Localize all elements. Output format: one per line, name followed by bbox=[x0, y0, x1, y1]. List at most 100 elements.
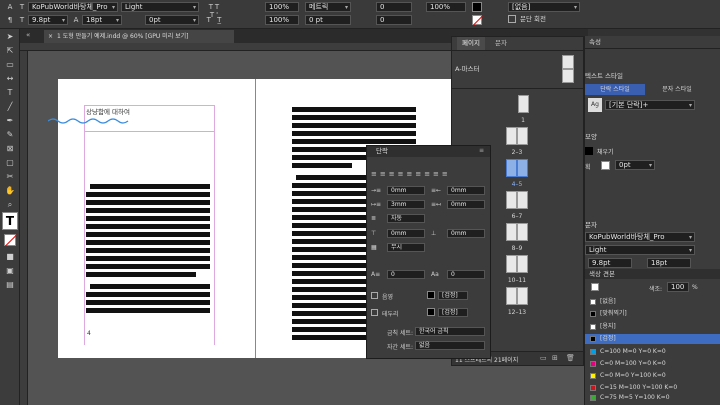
formatting-text-icon[interactable]: T bbox=[2, 212, 18, 230]
shading-swatch-field[interactable]: [검정] bbox=[438, 291, 468, 300]
paragraph-mode-icon[interactable]: ¶ bbox=[3, 16, 17, 24]
paragraph-style-select[interactable]: [기본 단락]+ bbox=[605, 100, 695, 110]
master-thumb[interactable] bbox=[562, 69, 574, 83]
last-indent-field[interactable]: 0mm bbox=[447, 200, 485, 209]
auto-field[interactable]: 자동 bbox=[387, 214, 425, 223]
page-thumb-selected[interactable] bbox=[517, 159, 528, 177]
page-thumb[interactable] bbox=[517, 223, 528, 241]
kinsoku-select[interactable]: 한국어 금칙 bbox=[415, 327, 485, 336]
line-tool-icon[interactable]: ╱ bbox=[2, 101, 18, 113]
fill-chip[interactable] bbox=[585, 147, 593, 155]
page-thumb[interactable] bbox=[506, 191, 517, 209]
swatch-fill-stroke-icon[interactable] bbox=[591, 283, 599, 291]
space-before-field[interactable]: 0mm bbox=[387, 229, 425, 238]
page-thumb[interactable] bbox=[517, 287, 528, 305]
indent-left-field[interactable]: 0mm bbox=[387, 186, 425, 195]
alignment-buttons[interactable]: ≡≡≡≡≡≡≡≡≡ bbox=[371, 170, 487, 180]
tab-pages[interactable]: 페이지 bbox=[457, 37, 485, 50]
page-thumb[interactable] bbox=[517, 127, 528, 145]
direct-selection-icon[interactable]: ⇱ bbox=[2, 45, 18, 57]
font-family-select[interactable]: KoPubWorld바탕체_Pro bbox=[585, 232, 695, 242]
page-thumb[interactable] bbox=[506, 255, 517, 273]
text-mode-icon[interactable]: A bbox=[3, 3, 17, 11]
swatch-row[interactable]: [용지] bbox=[585, 322, 720, 332]
swatch-row[interactable]: C=15 M=100 Y=100 K=0 bbox=[585, 383, 720, 393]
close-tab-icon[interactable]: × bbox=[48, 33, 53, 40]
skew-field[interactable]: 0 bbox=[376, 2, 412, 12]
first-indent-field[interactable]: 3mm bbox=[387, 200, 425, 209]
page-thumb[interactable] bbox=[517, 191, 528, 209]
shading-color-chip[interactable] bbox=[427, 291, 435, 299]
drop-cap-chars-field[interactable]: 0 bbox=[447, 270, 485, 279]
border-swatch-field[interactable]: [검정] bbox=[438, 308, 468, 317]
rectangle-tool-icon[interactable]: ▢ bbox=[2, 157, 18, 169]
baseline-shift-field[interactable]: 0 pt bbox=[305, 15, 351, 25]
delete-page-icon[interactable]: 🗑 bbox=[566, 354, 575, 362]
apply-color-icon[interactable]: ■ bbox=[2, 251, 18, 263]
frame-tool-icon[interactable]: ⊠ bbox=[2, 143, 18, 155]
page-size-icon[interactable]: ▭ bbox=[540, 354, 547, 362]
page-thumb[interactable] bbox=[506, 127, 517, 145]
rotate-field[interactable]: 0 bbox=[376, 15, 412, 25]
subscript-buttons[interactable]: T T̲ bbox=[202, 16, 228, 24]
tab-character-styles[interactable]: 문자 스타일 bbox=[647, 84, 707, 95]
hand-tool-icon[interactable]: ✋ bbox=[2, 185, 18, 197]
font-style-field[interactable]: Light bbox=[121, 2, 199, 12]
paragraph-panel-title[interactable]: 단락 bbox=[367, 146, 490, 157]
leading-field[interactable]: 18pt bbox=[82, 15, 122, 25]
page-thumb[interactable] bbox=[518, 95, 529, 113]
font-family-field[interactable]: KoPubWorld바탕체_Pro bbox=[28, 2, 118, 12]
border-checkbox[interactable] bbox=[371, 309, 378, 316]
master-thumb[interactable] bbox=[562, 55, 574, 69]
swatch-row[interactable]: C=0 M=0 Y=100 K=0 bbox=[585, 371, 720, 381]
indent-right-field[interactable]: 0mm bbox=[447, 186, 485, 195]
tint-field[interactable]: 100 bbox=[667, 282, 689, 292]
page-thumb[interactable] bbox=[506, 287, 517, 305]
swatches-header[interactable]: 색상 견본 bbox=[585, 269, 720, 279]
mojikumi-select[interactable]: 없음 bbox=[415, 341, 485, 350]
heading-text[interactable]: 상냥함에 대하여 bbox=[86, 106, 130, 116]
page-thumb-selected[interactable] bbox=[506, 159, 517, 177]
normal-mode-icon[interactable]: ▣ bbox=[2, 265, 18, 277]
panel-collapse-icon[interactable]: « bbox=[26, 31, 30, 39]
pencil-tool-icon[interactable]: ✎ bbox=[2, 129, 18, 141]
font-size-select[interactable]: 9.8pt bbox=[588, 258, 632, 268]
leading-select[interactable]: 18pt bbox=[647, 258, 691, 268]
vertical-ruler[interactable] bbox=[20, 51, 28, 405]
fill-swatch[interactable] bbox=[472, 2, 482, 12]
font-size-field[interactable]: 9.8pt bbox=[28, 15, 68, 25]
tab-character[interactable]: 문자 bbox=[490, 37, 512, 50]
scissors-tool-icon[interactable]: ✂ bbox=[2, 171, 18, 183]
page-thumb[interactable] bbox=[517, 255, 528, 273]
tab-paragraph-styles[interactable]: 단락 스타일 bbox=[585, 84, 645, 95]
stroke-weight-field[interactable]: 0pt bbox=[615, 160, 655, 170]
border-color-chip[interactable] bbox=[427, 308, 435, 316]
swatch-row[interactable]: [없음] bbox=[585, 297, 720, 307]
font-style-select[interactable]: Light bbox=[585, 245, 695, 255]
page-thumb[interactable] bbox=[506, 223, 517, 241]
tracking-field[interactable]: 0pt bbox=[145, 15, 199, 25]
swatch-row[interactable]: C=75 M=5 Y=100 K=0 bbox=[585, 393, 720, 403]
panel-menu-icon[interactable]: ≡ bbox=[479, 147, 484, 154]
type-tool-icon[interactable]: T bbox=[2, 87, 18, 99]
vertical-scale-field[interactable]: 100% bbox=[265, 15, 299, 25]
tsume-field[interactable]: 100% bbox=[426, 2, 466, 12]
tab-properties[interactable]: 속성 bbox=[589, 36, 601, 48]
pen-tool-icon[interactable]: ✒ bbox=[2, 115, 18, 127]
zoom-tool-icon[interactable]: ⌕ bbox=[2, 199, 18, 211]
swatch-row[interactable]: [맞춰찍기] bbox=[585, 309, 720, 319]
stroke-chip[interactable] bbox=[601, 161, 610, 170]
kerning-field[interactable]: 메트릭 bbox=[305, 2, 351, 12]
swatch-row[interactable]: C=0 M=100 Y=0 K=0 bbox=[585, 359, 720, 369]
swatch-row-selected[interactable]: [검정] bbox=[585, 334, 720, 344]
language-field[interactable]: [없음] bbox=[508, 2, 580, 12]
stroke-swatch[interactable] bbox=[472, 15, 483, 26]
new-page-icon[interactable]: ⊞ bbox=[552, 354, 558, 362]
horizontal-scale-field[interactable]: 100% bbox=[265, 2, 299, 12]
selection-tool-icon[interactable]: ➤ bbox=[2, 31, 18, 43]
grid-field[interactable]: 무시 bbox=[387, 243, 425, 252]
rotate-checkbox[interactable] bbox=[508, 15, 516, 23]
shading-checkbox[interactable] bbox=[371, 292, 378, 299]
space-after-field[interactable]: 0mm bbox=[447, 229, 485, 238]
swatch-row[interactable]: C=100 M=0 Y=0 K=0 bbox=[585, 347, 720, 357]
